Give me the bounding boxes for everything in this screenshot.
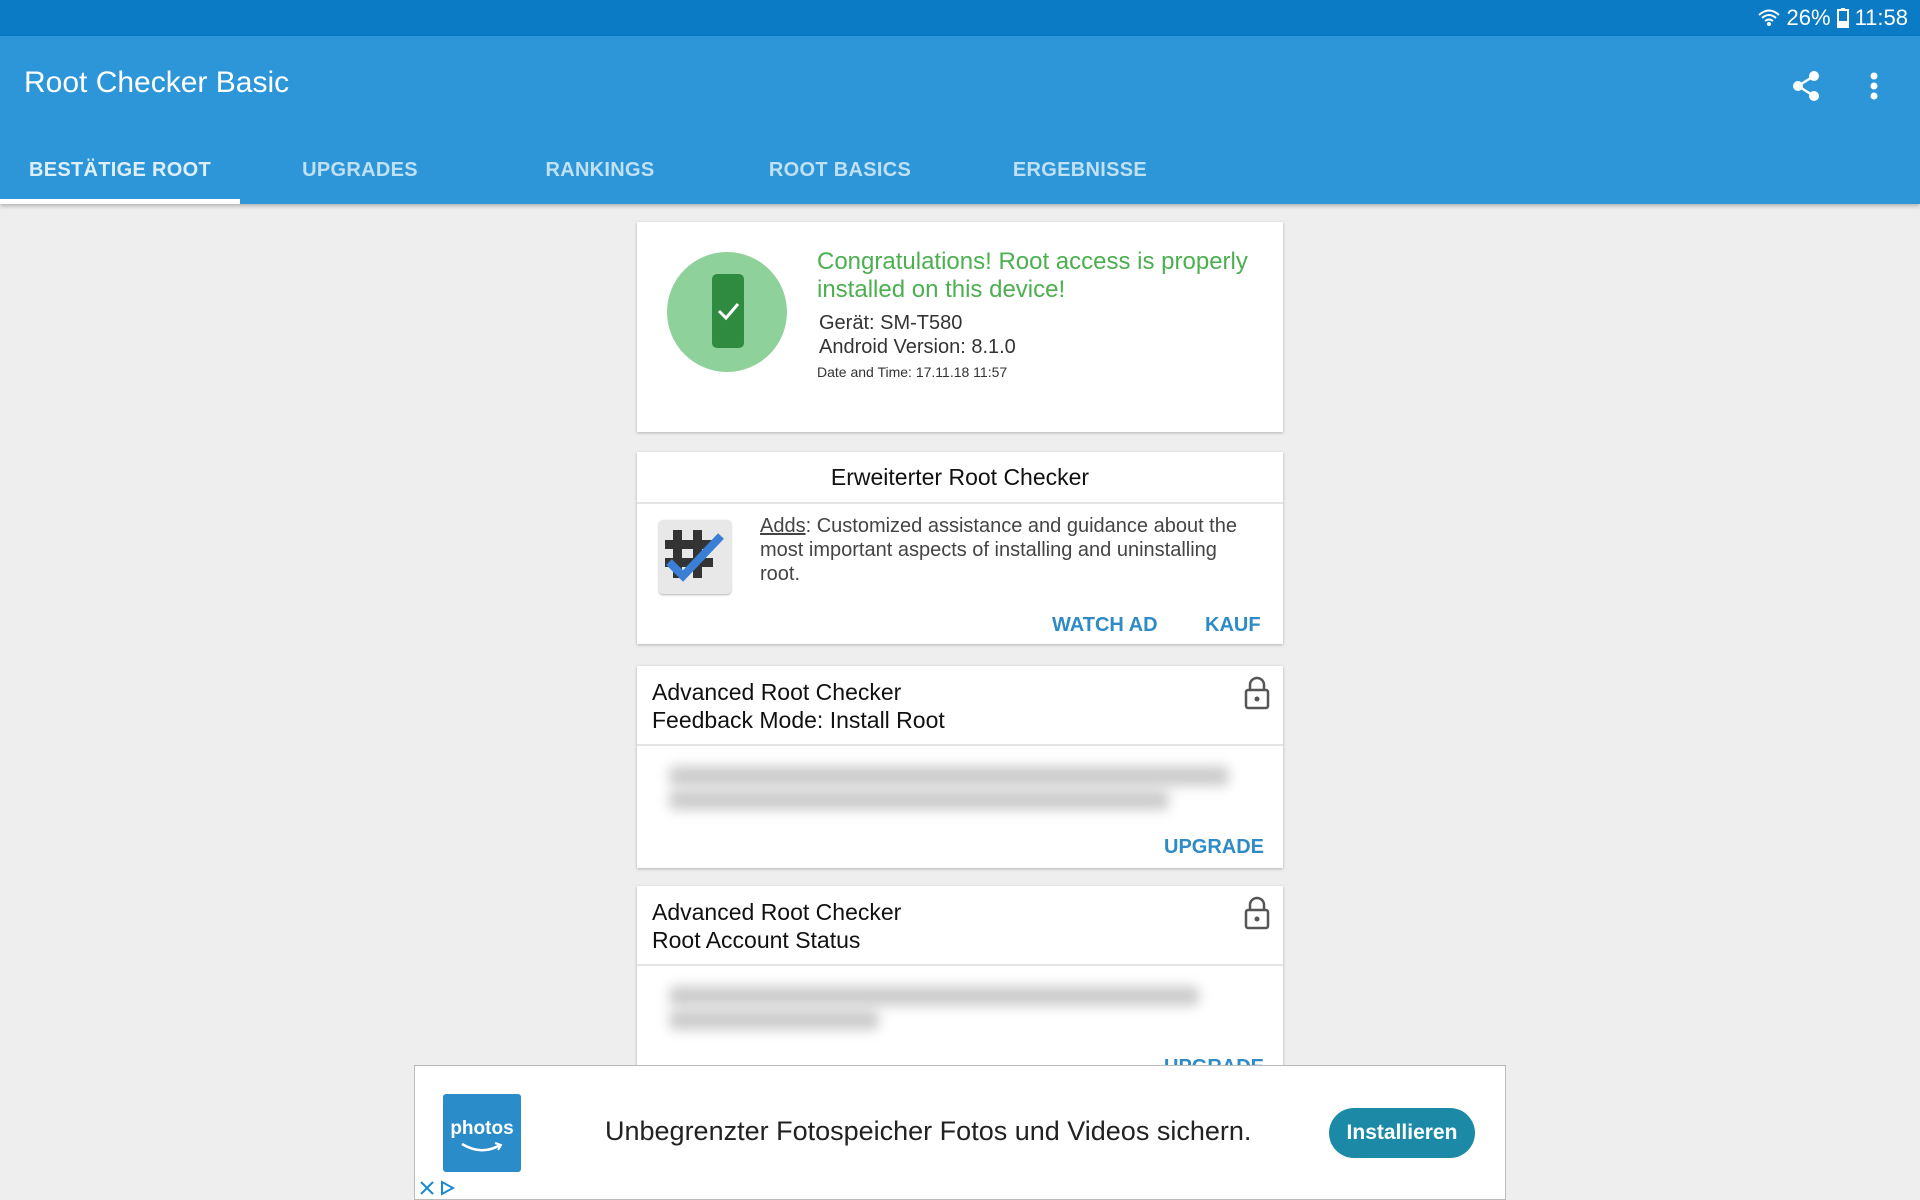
card-title: Erweiterter Root Checker	[637, 452, 1283, 504]
tab-upgrades[interactable]: UPGRADES	[240, 136, 480, 204]
card-title-line2: Feedback Mode: Install Root	[652, 707, 945, 733]
install-button[interactable]: Installieren	[1329, 1108, 1475, 1158]
check-date-time: Date and Time: 17.11.18 11:57	[817, 364, 1008, 380]
tab-rankings[interactable]: RANKINGS	[480, 136, 720, 204]
tab-ergebnisse[interactable]: ERGEBNISSE	[960, 136, 1200, 204]
tab-label: UPGRADES	[302, 158, 418, 181]
root-success-message: Congratulations! Root access is properly…	[817, 248, 1248, 303]
app-title: Root Checker Basic	[24, 66, 290, 99]
card-title: Advanced Root Checker Feedback Mode: Ins…	[652, 678, 945, 734]
lock-icon	[1244, 676, 1270, 710]
tab-bar: BESTÄTIGE ROOT UPGRADES RANKINGS ROOT BA…	[0, 136, 1920, 204]
ad-banner[interactable]: photos Unbegrenzter Fotospeicher Fotos u…	[414, 1065, 1506, 1200]
extended-description: Adds: Customized assistance and guidance…	[760, 514, 1260, 586]
watch-ad-button[interactable]: WATCH AD	[1052, 614, 1158, 637]
more-vert-icon	[1870, 72, 1878, 100]
ad-choices-icon[interactable]	[439, 1180, 455, 1196]
blurred-content	[669, 790, 1169, 810]
android-version: Android Version: 8.1.0	[819, 336, 1016, 358]
tab-label: ROOT BASICS	[768, 158, 912, 181]
tools-check-icon	[659, 520, 731, 594]
battery-percent: 26%	[1786, 5, 1831, 30]
root-result-card: Congratulations! Root access is properly…	[637, 222, 1283, 432]
card-title-line1: Advanced Root Checker	[652, 679, 902, 705]
tab-label: BESTÄTIGE ROOT	[29, 158, 211, 181]
close-icon[interactable]	[419, 1180, 435, 1196]
adds-link[interactable]: Adds	[760, 515, 806, 537]
blurred-content	[669, 986, 1199, 1006]
buy-button[interactable]: KAUF	[1205, 614, 1261, 637]
tab-bestaetige-root[interactable]: BESTÄTIGE ROOT	[0, 136, 240, 204]
tab-root-basics[interactable]: ROOT BASICS	[720, 136, 960, 204]
blurred-content	[669, 766, 1229, 786]
device-model: Gerät: SM-T580	[819, 312, 963, 334]
card-title-line1: Advanced Root Checker	[652, 899, 902, 925]
wifi-icon	[1757, 8, 1781, 28]
extended-root-checker-card: Erweiterter Root Checker Adds: Customize…	[637, 452, 1283, 644]
status-indicators: 26% 11:58	[1757, 0, 1908, 36]
upgrade-button[interactable]: UPGRADE	[1164, 836, 1264, 859]
phone-check-icon	[667, 252, 787, 372]
amazon-photos-logo: photos	[443, 1094, 521, 1172]
app-bar: Root Checker Basic BESTÄTIGE ROOT UPGRAD…	[0, 36, 1920, 204]
clock: 11:58	[1854, 5, 1908, 30]
status-bar: 26% 11:58	[0, 0, 1920, 36]
more-options-button[interactable]	[1856, 66, 1892, 106]
feedback-mode-card: Advanced Root Checker Feedback Mode: Ins…	[637, 666, 1283, 868]
share-button[interactable]	[1786, 66, 1826, 106]
tab-indicator	[0, 199, 240, 204]
card-header: Advanced Root Checker Root Account Statu…	[637, 886, 1283, 966]
card-title: Advanced Root Checker Root Account Statu…	[652, 898, 901, 954]
ad-logo-text: photos	[450, 1118, 514, 1139]
card-header: Advanced Root Checker Feedback Mode: Ins…	[637, 666, 1283, 746]
lock-icon	[1244, 896, 1270, 930]
tab-label: RANKINGS	[545, 158, 655, 181]
battery-icon	[1836, 8, 1849, 28]
ad-text: Unbegrenzter Fotospeicher Fotos und Vide…	[605, 1116, 1252, 1146]
tab-label: ERGEBNISSE	[1012, 158, 1148, 181]
root-account-status-card: Advanced Root Checker Root Account Statu…	[637, 886, 1283, 1078]
share-icon	[1793, 71, 1819, 101]
card-title-line2: Root Account Status	[652, 927, 861, 953]
description-text: : Customized assistance and guidance abo…	[760, 515, 1237, 585]
blurred-content	[669, 1010, 879, 1030]
